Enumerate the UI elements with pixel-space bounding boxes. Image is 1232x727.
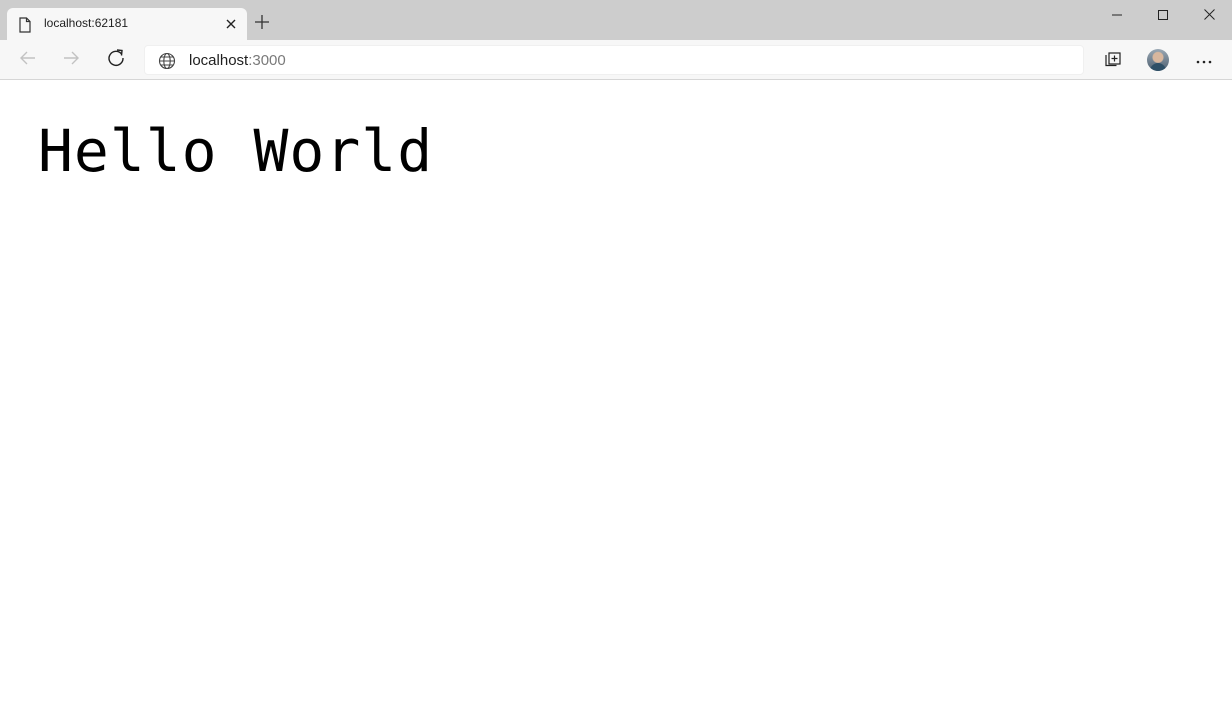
address-bar[interactable]: localhost:3000 [144, 45, 1084, 75]
forward-button[interactable] [57, 46, 85, 74]
url-text[interactable]: localhost:3000 [189, 52, 286, 69]
arrow-left-icon [20, 51, 36, 70]
browser-tab[interactable]: localhost:62181 [7, 8, 247, 40]
url-port: :3000 [248, 52, 286, 69]
plus-icon [255, 14, 269, 34]
more-icon [1196, 51, 1212, 69]
refresh-icon [107, 48, 125, 72]
collections-icon [1104, 49, 1122, 72]
maximize-icon [1158, 7, 1168, 25]
close-window-button[interactable] [1186, 0, 1232, 32]
globe-icon[interactable] [158, 52, 176, 70]
new-tab-button[interactable] [252, 14, 272, 34]
avatar [1147, 49, 1169, 71]
arrow-right-icon [63, 51, 79, 70]
page-icon [19, 17, 31, 33]
page-content: Hello World [0, 80, 1232, 727]
back-button[interactable] [14, 46, 42, 74]
settings-menu-button[interactable] [1190, 46, 1218, 74]
minimize-icon [1112, 7, 1122, 25]
close-icon [1203, 7, 1215, 25]
minimize-button[interactable] [1094, 0, 1140, 32]
refresh-button[interactable] [102, 46, 130, 74]
profile-button[interactable] [1144, 46, 1172, 74]
title-bar: localhost:62181 [0, 0, 1232, 40]
page-heading: Hello World [38, 117, 434, 185]
browser-toolbar: localhost:3000 [0, 40, 1232, 80]
collections-button[interactable] [1099, 46, 1127, 74]
tab-title: localhost:62181 [44, 16, 129, 30]
url-host: localhost [189, 52, 249, 69]
close-icon[interactable] [223, 16, 239, 32]
maximize-button[interactable] [1140, 0, 1186, 32]
